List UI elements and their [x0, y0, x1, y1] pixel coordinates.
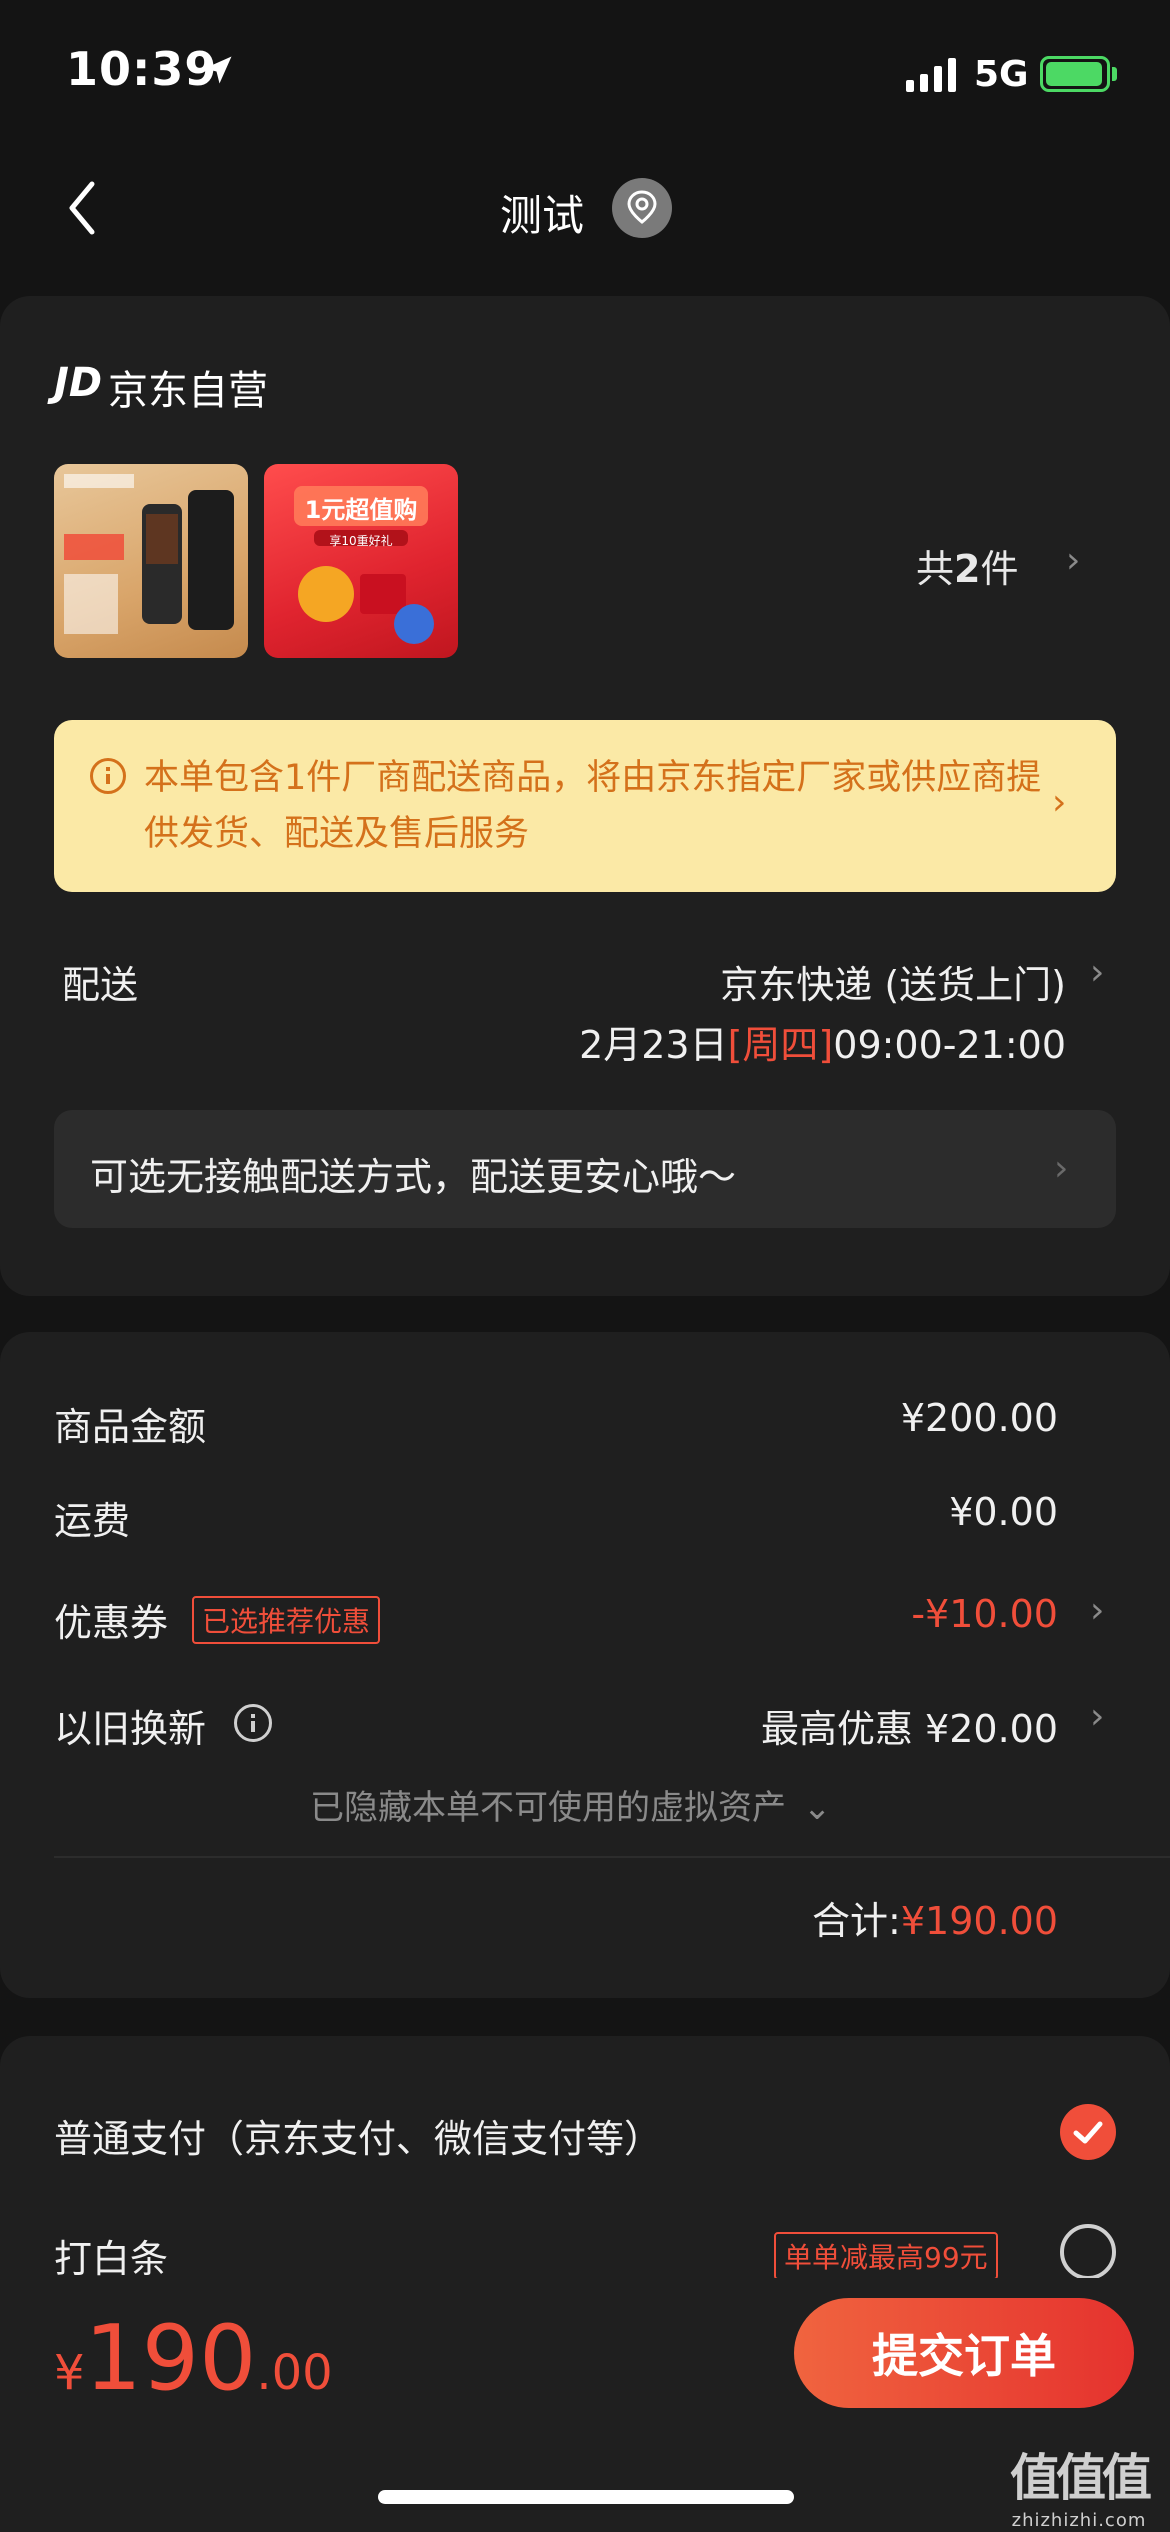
radio-unselected-icon[interactable] [1060, 2224, 1116, 2280]
jd-logo: JD [54, 360, 103, 406]
location-pin-icon[interactable] [612, 178, 672, 238]
total-row: 合计:¥190.00 [812, 1890, 1058, 1945]
payment-baitiao-label[interactable]: 打白条 [54, 2228, 168, 2283]
divider [54, 1856, 1170, 1858]
chevron-right-icon[interactable]: › [1066, 540, 1080, 581]
baitiao-tag: 单单减最高99元 [774, 2232, 998, 2280]
payment-normal-label[interactable]: 普通支付（京东支付、微信支付等） [54, 2108, 662, 2163]
battery-icon [1040, 56, 1110, 92]
footer-amount-dec: .00 [256, 2345, 333, 2401]
tradein-value[interactable]: 最高优惠 ¥20.00 [761, 1698, 1058, 1753]
watermark: 值值值 zhizhizhi.com [1010, 2438, 1152, 2531]
signal-icon [906, 56, 956, 92]
shipping-label: 运费 [54, 1499, 131, 1543]
chevron-right-icon[interactable]: › [1090, 952, 1104, 993]
page-title: 测试 [500, 191, 585, 240]
tradein-label: 以旧换新 [54, 1707, 207, 1751]
product-thumbnail-blender[interactable] [54, 464, 248, 658]
watermark-url: zhizhizhi.com [1011, 2510, 1147, 2531]
network-type: 5G [974, 54, 1029, 95]
back-icon[interactable] [62, 178, 102, 238]
coupon-label: 优惠券 [54, 1601, 169, 1645]
chevron-right-icon[interactable]: › [1052, 782, 1066, 823]
location-arrow-icon [204, 56, 232, 84]
contactless-text: 可选无接触配送方式，配送更安心哦～ [90, 1155, 737, 1199]
notice-text: 本单包含1件厂商配送商品，将由京东指定厂家或供应商提供发货、配送及售后服务 [144, 758, 1042, 854]
delivery-time[interactable]: 2月23日[周四]09:00-21:00 [579, 1014, 1066, 1069]
chevron-right-icon[interactable]: › [1054, 1148, 1068, 1189]
total-value: ¥190.00 [900, 1899, 1058, 1943]
submit-order-button[interactable]: 提交订单 [794, 2298, 1134, 2408]
chevron-right-icon[interactable]: › [1090, 1590, 1104, 1631]
delivery-weekday: [周四] [727, 1023, 834, 1067]
coupon-tag: 已选推荐优惠 [192, 1596, 381, 1644]
count-number: 2 [954, 547, 981, 591]
count-suffix: 件 [980, 547, 1019, 591]
shop-name: 京东自营 [108, 368, 268, 414]
footer-currency: ¥ [54, 2345, 85, 2401]
item-count[interactable]: 共2件 [916, 538, 1018, 593]
delivery-label: 配送 [62, 963, 139, 1007]
watermark-logo: 值值值 [1010, 2449, 1152, 2507]
promo-title: 1元超值购 [304, 496, 418, 524]
goods-amount-label: 商品金额 [54, 1405, 207, 1449]
total-label: 合计: [812, 1899, 901, 1943]
info-icon [90, 758, 126, 794]
coupon-value[interactable]: -¥10.00 [911, 1592, 1058, 1636]
footer-total: ¥190.00 [54, 2306, 333, 2411]
delivery-hours: 09:00-21:00 [833, 1023, 1066, 1067]
chevron-down-icon: ⌄ [802, 1788, 832, 1828]
status-time: 10:39 [66, 42, 218, 96]
product-thumbnail-promo[interactable]: 1元超值购 享10重好礼 [264, 464, 458, 658]
delivery-date: 2月23日 [579, 1023, 728, 1067]
battery-cap [1112, 67, 1117, 81]
hidden-assets-toggle[interactable]: 已隐藏本单不可使用的虚拟资产 ⌄ [310, 1780, 831, 1829]
hidden-assets-text: 已隐藏本单不可使用的虚拟资产 [310, 1788, 786, 1828]
delivery-method[interactable]: 京东快递 (送货上门) [720, 954, 1066, 1009]
check-selected-icon[interactable] [1060, 2104, 1116, 2160]
chevron-right-icon[interactable]: › [1090, 1696, 1104, 1737]
shipping-value: ¥0.00 [949, 1490, 1058, 1534]
info-icon[interactable] [234, 1704, 272, 1742]
footer-amount-int: 190 [84, 2306, 257, 2411]
home-indicator[interactable] [378, 2490, 794, 2504]
goods-amount-value: ¥200.00 [900, 1396, 1058, 1440]
promo-sub: 享10重好礼 [329, 534, 393, 548]
count-prefix: 共 [916, 547, 955, 591]
